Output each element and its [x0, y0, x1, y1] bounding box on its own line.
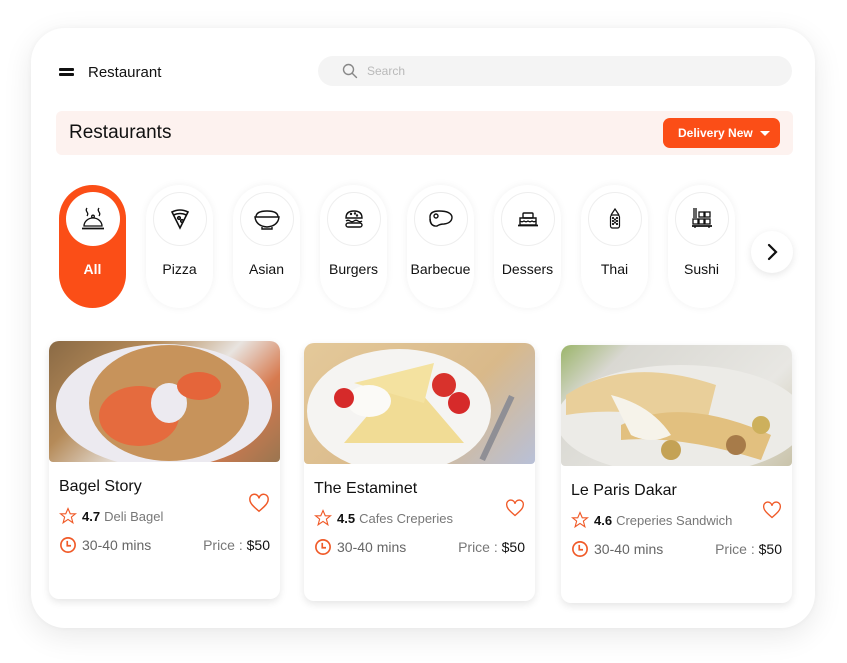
- cuisine-tags: Cafes Creperies: [359, 510, 454, 526]
- restaurant-card[interactable]: Bagel Story 4.7 Deli Bagel 30-40 mins Pr…: [49, 341, 280, 599]
- category-icon-circle: [239, 192, 294, 246]
- rating-value: 4.7: [82, 508, 101, 524]
- category-icon-circle: [152, 192, 207, 246]
- star-icon: [571, 511, 589, 529]
- delivery-time: 30-40 mins: [337, 539, 407, 555]
- pizza-icon: [170, 209, 189, 230]
- price: Price : $50: [458, 539, 525, 555]
- category-list: All Pizza Asian Burgers Barbecue Dessers…: [59, 185, 735, 308]
- restaurant-name: Bagel Story: [59, 478, 142, 495]
- search-bar[interactable]: [318, 56, 792, 86]
- price-label: Price :: [458, 539, 502, 555]
- bagel-photo: [49, 341, 280, 462]
- heart-icon[interactable]: [505, 498, 525, 518]
- search-icon: [342, 63, 358, 79]
- category-all[interactable]: All: [59, 185, 126, 308]
- category-burgers[interactable]: Burgers: [320, 185, 387, 308]
- burger-icon: [344, 210, 363, 228]
- rice-bowl-icon: [253, 210, 280, 230]
- category-asian[interactable]: Asian: [233, 185, 300, 308]
- rating-value: 4.5: [337, 510, 356, 526]
- price-value: $50: [246, 537, 270, 553]
- price: Price : $50: [203, 537, 270, 553]
- categories-next-button[interactable]: [751, 231, 793, 273]
- category-label: Burgers: [328, 261, 379, 277]
- crepes-strawberry-photo: [304, 343, 535, 464]
- star-icon: [59, 507, 77, 525]
- price-value: $50: [758, 541, 782, 557]
- sushi-icon: [691, 208, 712, 228]
- category-icon-circle: [326, 192, 381, 246]
- price-value: $50: [501, 539, 525, 555]
- cuisine-tags: Deli Bagel: [104, 508, 164, 524]
- category-barbecue[interactable]: Barbecue: [407, 185, 474, 308]
- category-thai[interactable]: Thai: [581, 185, 648, 308]
- top-bar: Restaurant: [59, 58, 161, 86]
- steak-icon: [428, 210, 453, 227]
- rating-row: 4.5 Cafes Creperies: [314, 509, 525, 527]
- time-price-row: 30-40 mins Price : $50: [571, 540, 782, 558]
- clock-icon: [315, 539, 331, 555]
- clock-icon: [572, 541, 588, 557]
- bagel-illustration: [56, 344, 272, 462]
- card-body: Bagel Story 4.7 Deli Bagel 30-40 mins Pr…: [49, 478, 280, 554]
- heart-icon[interactable]: [248, 492, 270, 514]
- restaurant-name: The Estaminet: [314, 480, 418, 497]
- clock-icon: [60, 537, 76, 553]
- time-price-row: 30-40 mins Price : $50: [59, 536, 270, 554]
- restaurant-name: Le Paris Dakar: [571, 482, 677, 499]
- app-title: Restaurant: [88, 63, 162, 81]
- search-input[interactable]: [367, 64, 747, 78]
- category-sushi[interactable]: Sushi: [668, 185, 735, 308]
- category-icon-circle: [674, 192, 729, 246]
- category-icon-circle: [65, 192, 120, 246]
- rating-row: 4.6 Creperies Sandwich: [571, 511, 782, 529]
- caret-down-icon: [760, 130, 770, 136]
- cake-icon: [517, 212, 538, 227]
- delivery-time: 30-40 mins: [82, 537, 152, 553]
- card-body: The Estaminet 4.5 Cafes Creperies 30-40 …: [304, 480, 535, 556]
- category-label: Sushi: [683, 261, 720, 277]
- category-label: Dessers: [501, 261, 554, 277]
- star-icon: [314, 509, 332, 527]
- category-pizza[interactable]: Pizza: [146, 185, 213, 308]
- restaurant-card[interactable]: The Estaminet 4.5 Cafes Creperies 30-40 …: [304, 343, 535, 601]
- price-label: Price :: [203, 537, 247, 553]
- app-window: Restaurant Restaurants Delivery New All …: [31, 28, 815, 628]
- cuisine-tags: Creperies Sandwich: [616, 512, 733, 528]
- thai-dish-icon: [609, 207, 620, 229]
- card-body: Le Paris Dakar 4.6 Creperies Sandwich 30…: [561, 482, 792, 558]
- hamburger-menu-icon[interactable]: [59, 68, 74, 76]
- crepes-rolled-photo: [561, 345, 792, 466]
- delivery-time: 30-40 mins: [594, 541, 664, 557]
- category-label: All: [83, 261, 102, 277]
- price-label: Price :: [715, 541, 759, 557]
- category-label: Asian: [248, 261, 285, 277]
- category-label: Barbecue: [410, 261, 471, 277]
- category-label: Pizza: [162, 261, 197, 277]
- category-label: Thai: [600, 261, 629, 277]
- restaurant-card[interactable]: Le Paris Dakar 4.6 Creperies Sandwich 30…: [561, 345, 792, 603]
- delivery-dropdown-button[interactable]: Delivery New: [663, 118, 780, 148]
- rating-row: 4.7 Deli Bagel: [59, 507, 270, 525]
- price: Price : $50: [715, 541, 782, 557]
- rating-value: 4.6: [594, 512, 613, 528]
- category-icon-circle: [413, 192, 468, 246]
- crepes-rolled-illustration: [561, 365, 792, 466]
- page-title: Restaurants: [69, 122, 172, 143]
- chevron-right-icon: [767, 243, 778, 261]
- time-price-row: 30-40 mins Price : $50: [314, 538, 525, 556]
- restaurants-banner: Restaurants Delivery New: [56, 111, 793, 155]
- cloche-icon: [81, 207, 104, 230]
- category-icon-circle: [587, 192, 642, 246]
- category-icon-circle: [500, 192, 555, 246]
- heart-icon[interactable]: [762, 500, 782, 520]
- category-desserts[interactable]: Dessers: [494, 185, 561, 308]
- delivery-dropdown-label: Delivery New: [678, 126, 753, 140]
- crepes-illustration: [307, 349, 515, 464]
